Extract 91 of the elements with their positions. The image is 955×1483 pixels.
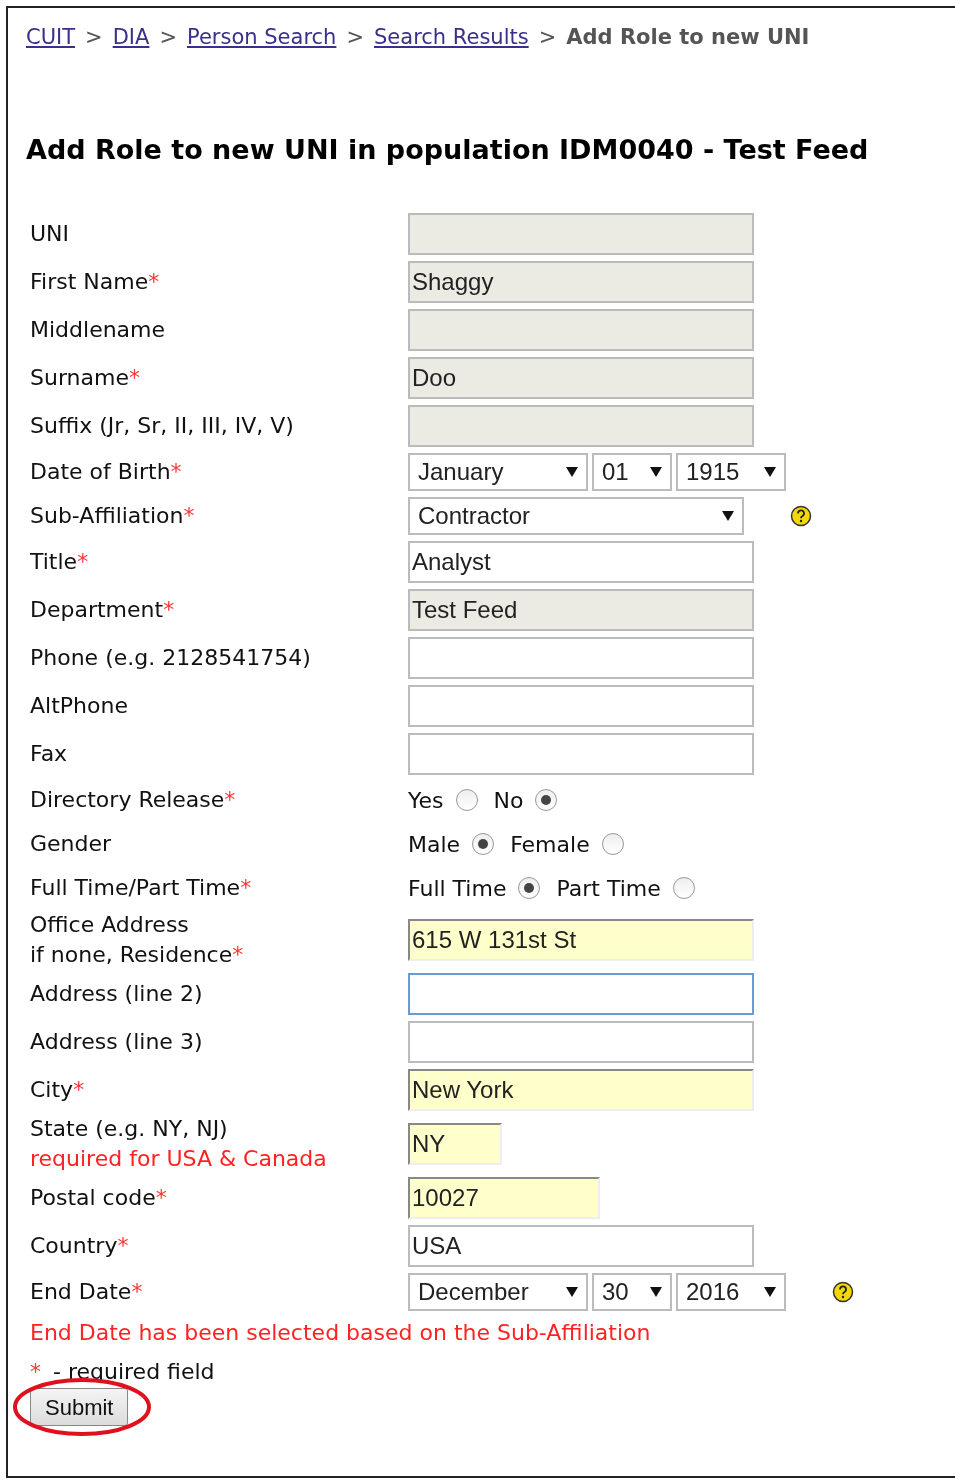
dropdown[interactable]: Contractor: [408, 497, 744, 535]
page-heading: Add Role to new UNI in population IDM0040 - Test Feed: [26, 132, 870, 167]
field-label: Date of Birth*: [30, 458, 183, 486]
field-label: Full Time/Part Time*: [30, 874, 253, 902]
field-label: Fax: [30, 740, 69, 768]
radio-button[interactable]: [518, 877, 541, 899]
required-asterisk: *: [183, 503, 195, 528]
field-label: Phone (e.g. 2128541754): [30, 644, 312, 672]
text-field[interactable]: [408, 637, 754, 679]
field-label: Country*: [30, 1232, 130, 1260]
dropdown[interactable]: January: [408, 453, 588, 491]
radio-button[interactable]: [535, 789, 558, 811]
breadcrumb-link[interactable]: Person Search: [187, 22, 337, 54]
field-label: Surname*: [30, 364, 141, 392]
help-icon[interactable]: [790, 505, 812, 527]
text-field[interactable]: [408, 733, 754, 775]
required-legend: - required field: [53, 1355, 215, 1388]
text-field[interactable]: NY: [408, 1123, 502, 1165]
required-asterisk: *: [131, 1279, 143, 1304]
required-asterisk: *: [73, 1077, 85, 1102]
text-field[interactable]: 10027: [408, 1177, 600, 1219]
field-label: Title*: [30, 548, 90, 576]
field-label: if none, Residence*: [30, 941, 245, 969]
help-icon[interactable]: [832, 1281, 854, 1303]
required-asterisk: *: [117, 1233, 129, 1258]
radio-label: Yes: [408, 786, 444, 815]
breadcrumb-separator: >: [538, 24, 557, 51]
field-label: Address (line 2): [30, 980, 204, 1008]
text-field[interactable]: [408, 1021, 754, 1063]
field-label: Middlename: [30, 316, 167, 344]
required-asterisk: *: [155, 1185, 167, 1210]
field-label: UNI: [30, 220, 71, 248]
caret-icon: [764, 1287, 776, 1297]
radio-button[interactable]: [455, 789, 478, 811]
dropdown[interactable]: 1915: [676, 453, 786, 491]
caret-icon: [650, 467, 662, 477]
field-label: Postal code*: [30, 1184, 168, 1212]
field-label: Address (line 3): [30, 1028, 204, 1056]
text-field[interactable]: [408, 685, 754, 727]
field-label: Office Address: [30, 911, 190, 939]
dropdown[interactable]: 2016: [676, 1273, 786, 1311]
caret-icon: [566, 1287, 578, 1297]
field-label: First Name*: [30, 268, 161, 296]
required-asterisk: *: [240, 875, 252, 900]
caret-icon: [566, 467, 578, 477]
radio-button[interactable]: [472, 833, 495, 855]
field-label: Department*: [30, 596, 176, 624]
submit-button[interactable]: Submit: [30, 1388, 129, 1426]
end-date-notice: End Date has been selected based on the Sub-Affiliation: [29, 1319, 652, 1347]
caret-icon: [650, 1287, 662, 1297]
required-asterisk: *: [30, 1358, 41, 1386]
breadcrumb-current: Add Role to new UNI: [566, 24, 810, 51]
breadcrumb-link[interactable]: Search Results: [374, 22, 529, 54]
required-asterisk: *: [128, 365, 140, 390]
dropdown[interactable]: 01: [592, 453, 672, 491]
required-asterisk: *: [170, 459, 182, 484]
field-label: Gender: [30, 830, 113, 858]
radio-label: No: [493, 786, 524, 815]
breadcrumb-link[interactable]: CUIT: [26, 22, 76, 54]
text-field[interactable]: USA: [408, 1225, 754, 1267]
field-label: City*: [30, 1076, 86, 1104]
breadcrumb-link[interactable]: DIA: [112, 22, 150, 54]
radio-button[interactable]: [672, 877, 695, 899]
text-field[interactable]: [408, 973, 754, 1015]
radio-button[interactable]: [601, 833, 624, 855]
radio-label: Part Time: [556, 874, 661, 903]
caret-icon: [764, 467, 776, 477]
radio-label: Male: [408, 830, 461, 859]
required-asterisk: *: [148, 269, 160, 294]
caret-icon: [722, 511, 734, 521]
required-asterisk: *: [224, 787, 236, 812]
text-field[interactable]: 615 W 131st St: [408, 919, 754, 961]
text-field[interactable]: New York: [408, 1069, 754, 1111]
required-asterisk: *: [77, 549, 89, 574]
field-label: State (e.g. NY, NJ): [30, 1115, 229, 1143]
radio-label: Full Time: [408, 874, 507, 903]
breadcrumb-separator: >: [85, 24, 103, 51]
field-label: End Date*: [30, 1278, 144, 1306]
radio-label: Female: [510, 830, 590, 859]
required-asterisk: *: [232, 942, 244, 967]
breadcrumb-separator: >: [159, 24, 177, 51]
breadcrumb-separator: >: [346, 24, 364, 51]
field-label: Directory Release*: [30, 786, 237, 814]
field-label: Sub-Affiliation*: [30, 502, 196, 530]
required-asterisk: *: [163, 597, 175, 622]
field-label: Suffix (Jr, Sr, II, III, IV, V): [30, 412, 295, 440]
dropdown[interactable]: December: [408, 1273, 588, 1311]
dropdown[interactable]: 30: [592, 1273, 672, 1311]
required-note: required for USA & Canada: [30, 1145, 328, 1173]
field-label: AltPhone: [30, 692, 129, 720]
text-field[interactable]: Analyst: [408, 541, 754, 583]
